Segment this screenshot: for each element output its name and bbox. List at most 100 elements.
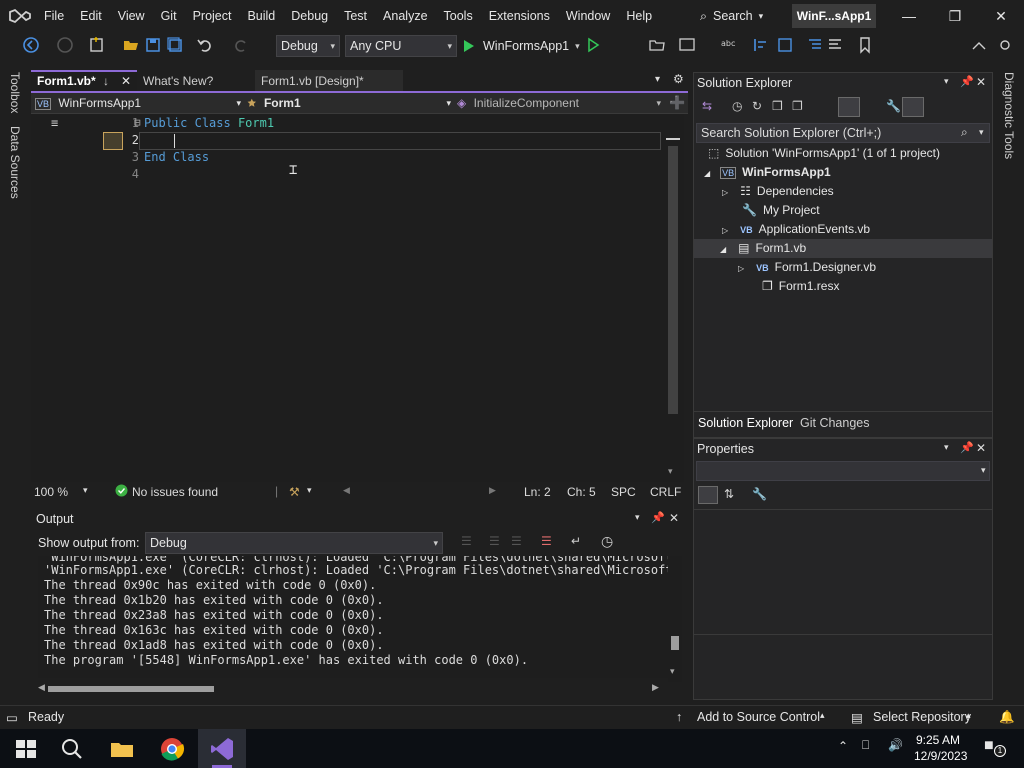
line-indicator[interactable]: Ln: 2 [524,485,551,499]
expanded-icon[interactable]: ◢ [704,169,710,178]
start-debugging-button[interactable]: WinFormsApp1 ▾ [462,36,580,56]
spell-check-icon[interactable]: abc [720,36,738,54]
scrollbar-thumb[interactable] [48,686,214,692]
pin-icon[interactable]: 📌 [651,511,665,524]
pin-icon[interactable]: 📌 [960,441,974,454]
close-icon[interactable]: ✕ [121,72,131,91]
collapsed-icon[interactable]: ▷ [722,188,728,197]
chevron-up-icon[interactable]: ⌃ [838,739,848,753]
menu-tools[interactable]: Tools [436,0,481,32]
collapse-all-icon[interactable]: ❒ [772,99,783,113]
undo-icon[interactable] [196,36,214,54]
output-source-select[interactable]: Debug ▾ [145,532,443,554]
scroll-right-icon[interactable]: ▶ [652,682,659,693]
chevron-up-icon[interactable]: ▴ [966,710,971,721]
menu-window[interactable]: Window [558,0,618,32]
collapsed-icon[interactable]: ▷ [738,264,744,273]
menu-help[interactable]: Help [618,0,660,32]
member-dropdown[interactable]: ◈ InitializeComponent ▾ [457,93,661,113]
windows-start-icon[interactable] [12,735,40,763]
start-without-debugging-icon[interactable] [584,36,602,54]
browse-icon[interactable] [648,36,666,54]
tab-solution-explorer[interactable]: Solution Explorer [698,416,793,430]
class-dropdown[interactable]: 🟊 Form1 ▾ [247,93,451,113]
chevron-up-icon[interactable]: ▴ [820,710,825,721]
scroll-right-icon[interactable]: ▶ [489,485,496,496]
minimize-icon[interactable]: — [886,0,932,32]
tab-whats-new[interactable]: What's New? [137,70,255,92]
tab-form1-vb[interactable]: Form1.vb* ↓ ✕ [31,70,137,92]
chevron-down-icon[interactable]: ▾ [635,512,640,523]
issues-status[interactable]: No issues found [132,485,218,499]
menu-debug[interactable]: Debug [283,0,336,32]
open-folder-icon[interactable] [122,36,140,54]
close-icon[interactable]: ✕ [669,511,679,525]
format-icon[interactable] [776,36,794,54]
tree-item-project[interactable]: ◢ VB WinFormsApp1 [704,163,831,182]
data-sources-tab[interactable]: Data Sources [8,126,22,199]
word-wrap-icon[interactable]: ↵ [571,534,581,548]
platform-select[interactable]: Any CPU ▾ [345,35,457,57]
show-all-files-icon[interactable]: ❐ [792,99,803,113]
sync-icon[interactable]: ⇆ [702,99,712,113]
preview-icon[interactable] [902,97,924,117]
volume-icon[interactable]: 🔊 [888,738,903,752]
close-icon[interactable]: ✕ [978,0,1024,32]
file-explorer-icon[interactable] [108,735,136,763]
tree-item-dependencies[interactable]: ▷ ☷ Dependencies [722,182,834,201]
output-horizontal-scrollbar[interactable]: ◀ ▶ [38,682,662,696]
code-cleanup-icon[interactable]: ⚒ [289,485,300,499]
code-editor[interactable]: ≡ 1 2 3 4 ⊟ Public Class Form1 End Class… [31,114,664,482]
back-icon[interactable] [22,36,40,54]
chevron-down-icon[interactable]: ▾ [307,485,312,496]
scrollbar-thumb[interactable] [671,636,679,650]
collapsed-icon[interactable]: ▷ [722,226,728,235]
settings-icon[interactable] [996,36,1014,54]
layout-icon[interactable] [678,36,696,54]
object-selector[interactable]: ▾ [696,461,990,481]
select-repository[interactable]: Select Repository [873,710,971,724]
clock-date[interactable]: 12/9/2023 [914,749,967,763]
filter-icon[interactable] [838,97,860,117]
network-icon[interactable]: ⎕ [862,738,869,753]
menu-git[interactable]: Git [153,0,185,32]
menu-view[interactable]: View [110,0,153,32]
live-share-icon[interactable] [970,36,988,54]
categorized-icon[interactable] [698,486,718,504]
notification-bell-icon[interactable]: 🔔 [999,710,1015,725]
restore-icon[interactable]: ❐ [932,0,978,32]
close-icon[interactable]: ✕ [976,441,986,455]
tree-item-my-project[interactable]: 🔧 My Project [742,201,820,220]
tree-item-application-events[interactable]: ▷ VB ApplicationEvents.vb [722,220,870,239]
tab-overflow-icon[interactable]: ▾ [655,74,660,85]
menu-extensions[interactable]: Extensions [481,0,558,32]
clear-all-icon[interactable]: ☰ [541,534,552,548]
diagnostic-tools-tab[interactable]: Diagnostic Tools [1002,72,1016,159]
expanded-icon[interactable]: ◢ [720,245,726,254]
scroll-down-icon[interactable]: ▾ [668,466,673,477]
pin-icon[interactable]: ↓ [103,72,109,91]
line-ending-indicator[interactable]: CRLF [650,485,681,499]
zoom-level[interactable]: 100 % [34,485,68,499]
scrollbar-thumb[interactable] [668,146,678,414]
toolbox-tab[interactable]: Toolbox [8,72,22,113]
split-icon[interactable]: ➕ [669,95,685,111]
prev-message-icon[interactable]: ☰ [489,534,500,548]
property-pages-icon[interactable]: 🔧 [752,487,767,501]
whitespace-indicator[interactable]: SPC [611,485,636,499]
redo-icon[interactable] [232,36,250,54]
clock-time[interactable]: 9:25 AM [916,733,960,747]
tab-git-changes[interactable]: Git Changes [800,416,869,430]
solution-title[interactable]: WinF...sApp1 [792,4,876,28]
menu-project[interactable]: Project [185,0,240,32]
save-icon[interactable] [144,36,162,54]
editor-vertical-scrollbar[interactable]: ▾ [664,114,684,482]
menu-test[interactable]: Test [336,0,375,32]
scroll-left-icon[interactable]: ◀ [343,485,350,496]
chrome-icon[interactable] [158,735,186,763]
find-icon[interactable]: ☰ [461,534,472,548]
bookmark-icon[interactable] [856,36,874,54]
project-dropdown[interactable]: VB WinFormsApp1 ▾ [35,93,241,113]
search-icon[interactable] [58,735,86,763]
pin-icon[interactable]: 📌 [960,75,974,88]
